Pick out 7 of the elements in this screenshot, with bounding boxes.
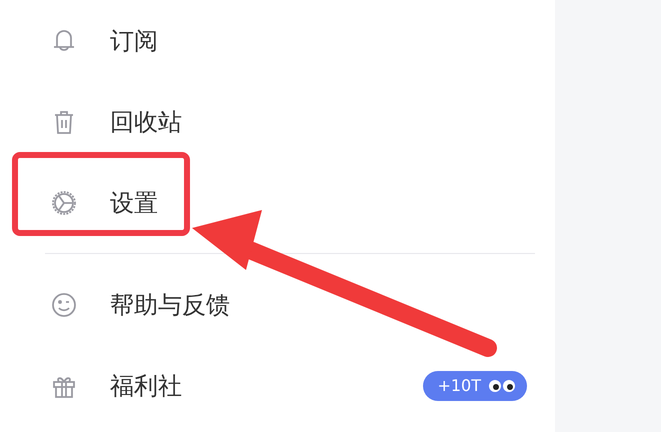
eyes-icon [487, 378, 517, 394]
menu-item[interactable]: 设置 [110, 186, 158, 218]
menu-item[interactable]: 帮助与反馈 [110, 288, 230, 320]
menu-item[interactable]: 福利社 [110, 370, 182, 402]
menu-item[interactable]: 订阅 [110, 24, 158, 56]
badge-text: +10T [437, 376, 481, 395]
menu-item[interactable]: 回收站 [110, 106, 182, 138]
